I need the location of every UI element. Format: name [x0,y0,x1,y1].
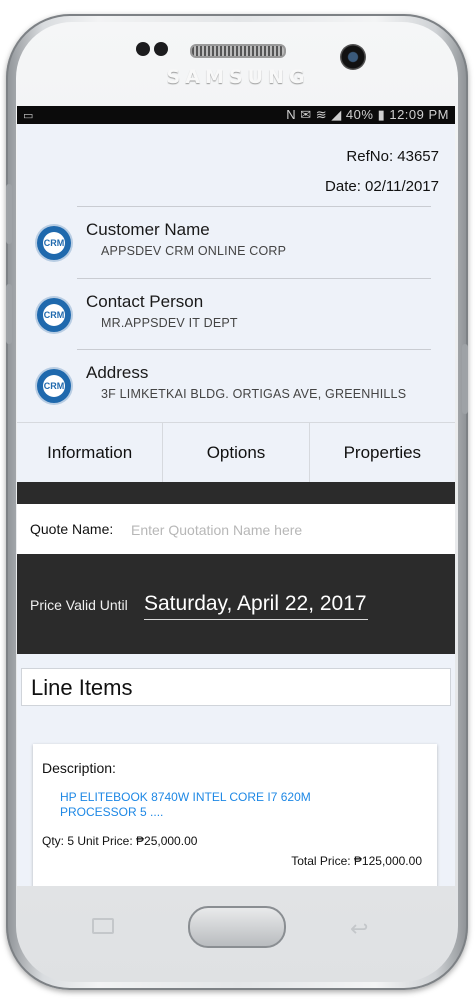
price-valid-section: Price Valid Until Saturday, April 22, 20… [17,554,455,654]
crm-icon: CRM [37,226,71,260]
crm-icon-label: CRM [43,375,65,397]
address-value: 3F LIMKETKAI BLDG. ORTIGAS AVE, GREENHIL… [101,387,407,401]
line-items-title: Line Items [31,675,133,700]
device-brand: SAMSUNG [166,66,310,88]
description-link[interactable]: HP ELITEBOOK 8740W INTEL CORE I7 620M PR… [60,790,390,820]
battery-level: 40% [345,107,374,122]
line-item-card[interactable]: Description: HP ELITEBOOK 8740W INTEL CO… [33,744,437,886]
price-valid-label: Price Valid Until [30,597,128,613]
sensor-dots [136,42,172,61]
notification-icon: ▭ [23,109,34,122]
signal-icons: N ✉ ≋ ◢ [286,107,342,122]
quote-date: Date: 02/11/2017 [325,178,439,195]
quote-name-row: Quote Name: [17,504,455,554]
customer-name-value: APPSDEV CRM ONLINE CORP [101,244,287,258]
crm-icon: CRM [37,298,71,332]
line-items-header: Line Items [21,668,451,706]
customer-name-title: Customer Name [86,220,210,239]
section-separator [17,482,455,504]
power-button[interactable] [462,344,468,414]
status-indicators: N ✉ ≋ ◢ 40% ▮ 12:09 PM [286,107,449,123]
ref-number: RefNo: 43657 [346,148,439,165]
crm-icon-label: CRM [43,232,65,254]
tab-properties[interactable]: Properties [310,423,455,483]
tab-bar: Information Options Properties [17,422,455,483]
tab-information[interactable]: Information [17,423,164,483]
description-label: Description: [42,760,116,776]
status-bar: ▭ N ✉ ≋ ◢ 40% ▮ 12:09 PM [17,106,455,124]
contact-person-row: CRM Contact Person MR.APPSDEV IT DEPT [37,292,437,342]
divider [77,206,431,207]
contact-person-value: MR.APPSDEV IT DEPT [101,316,238,330]
quote-name-label: Quote Name: [30,521,114,537]
total-price: Total Price: ₱125,000.00 [291,854,422,868]
qty-unit-price: Qty: 5 Unit Price: ₱25,000.00 [42,834,198,848]
address-row: CRM Address 3F LIMKETKAI BLDG. ORTIGAS A… [37,363,437,413]
quote-name-input[interactable] [129,516,433,544]
volume-down-button[interactable] [6,284,12,344]
clock: 12:09 PM [389,107,449,122]
volume-up-button[interactable] [6,184,12,244]
app-screen: ▭ N ✉ ≋ ◢ 40% ▮ 12:09 PM RefNo: 43657 Da… [17,106,455,886]
crm-icon: CRM [37,369,71,403]
price-valid-date-picker[interactable]: Saturday, April 22, 2017 [144,592,368,620]
home-button[interactable] [188,906,286,948]
divider [77,278,431,279]
back-icon[interactable]: ↩ [350,916,368,942]
divider [77,349,431,350]
customer-name-row: CRM Customer Name APPSDEV CRM ONLINE COR… [37,220,437,270]
crm-icon-label: CRM [43,304,65,326]
battery-icon: ▮ [377,107,386,122]
earpiece-speaker [190,44,286,58]
contact-person-title: Contact Person [86,292,204,311]
address-title: Address [86,363,149,382]
recent-apps-icon[interactable] [92,918,114,934]
tab-options[interactable]: Options [163,423,310,483]
